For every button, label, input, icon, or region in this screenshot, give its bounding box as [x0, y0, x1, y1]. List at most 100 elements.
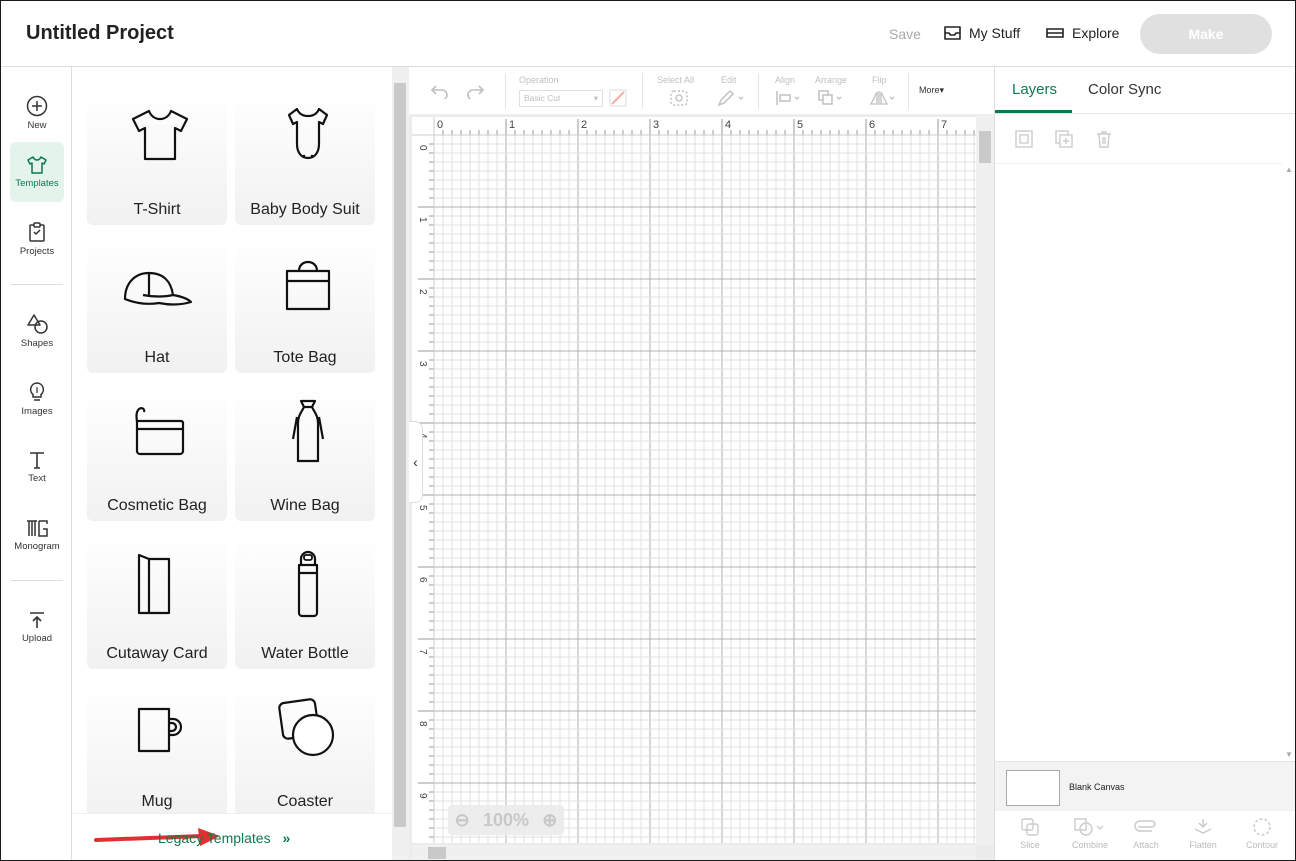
- ruler-y-label: 3: [417, 361, 428, 367]
- scroll-thumb[interactable]: [979, 131, 991, 163]
- rail-item-text[interactable]: Text: [10, 437, 64, 497]
- template-card-coaster[interactable]: Coaster: [235, 681, 375, 817]
- template-label: Baby Body Suit: [250, 201, 360, 218]
- caret-down-icon: ▾: [593, 93, 598, 103]
- duplicate-icon[interactable]: [1054, 129, 1074, 149]
- rail-item-images[interactable]: Images: [10, 369, 64, 429]
- ruler-x-label: 5: [797, 119, 803, 131]
- arrange-icon[interactable]: [817, 89, 845, 107]
- tab-divider: [995, 113, 1295, 114]
- template-card-water-bottle[interactable]: Water Bottle: [235, 533, 375, 669]
- ruler-y-label: 5: [417, 505, 428, 511]
- template-card-mug[interactable]: Mug: [87, 681, 227, 817]
- combine-button[interactable]: Combine: [1065, 817, 1115, 850]
- toolbar-divider: [642, 73, 643, 109]
- scroll-thumb[interactable]: [428, 847, 446, 859]
- rail-item-upload[interactable]: Upload: [10, 597, 64, 657]
- tab-layers[interactable]: Layers: [1012, 81, 1057, 98]
- ruler-y-label: 2: [417, 289, 428, 295]
- rail-label-text: Text: [28, 473, 46, 484]
- operation-select[interactable]: Basic Cut ▾: [519, 90, 603, 107]
- upload-icon: [30, 612, 44, 628]
- bodysuit-icon: [287, 107, 329, 160]
- edit-pencil-icon[interactable]: [717, 89, 745, 107]
- layers-list: [995, 163, 1295, 761]
- combine-icon: [1074, 818, 1104, 836]
- ruler-x-label: 4: [725, 119, 731, 131]
- template-card-cosmetic-bag[interactable]: Cosmetic Bag: [87, 385, 227, 521]
- blank-canvas-swatch[interactable]: [1006, 770, 1060, 806]
- layers-scrollbar[interactable]: ▲ ▼: [1282, 163, 1295, 761]
- align-icon[interactable]: [775, 89, 803, 107]
- slice-label: Slice: [1020, 840, 1040, 850]
- rail-item-templates[interactable]: Templates: [10, 142, 64, 202]
- flip-icon[interactable]: [869, 89, 897, 107]
- legacy-templates-link[interactable]: Legacy Templates »: [158, 830, 290, 846]
- template-card-baby-body-suit[interactable]: Baby Body Suit: [235, 89, 375, 225]
- attach-label: Attach: [1133, 840, 1159, 850]
- my-stuff-button[interactable]: My Stuff: [943, 25, 1020, 41]
- left-rail: New Templates Projects Shapes Images Tex…: [1, 67, 72, 860]
- template-card-tshirt[interactable]: T-Shirt: [87, 89, 227, 225]
- make-button[interactable]: Make: [1140, 14, 1272, 54]
- toolbar-divider: [758, 73, 759, 109]
- contour-icon: [1253, 818, 1271, 836]
- rail-item-new[interactable]: New: [10, 83, 64, 143]
- edit-toolbar: Operation Basic Cut ▾ Select All Edit Ali…: [409, 67, 994, 115]
- my-stuff-label: My Stuff: [969, 25, 1021, 41]
- operation-value: Basic Cut: [524, 93, 561, 103]
- slice-button[interactable]: Slice: [1005, 817, 1055, 850]
- template-card-tote-bag[interactable]: Tote Bag: [235, 237, 375, 373]
- redo-icon: [467, 85, 485, 99]
- zoom-out-button[interactable]: ⊖: [455, 810, 470, 831]
- grid-ruler-svg: 012345670123456789: [412, 117, 976, 843]
- select-all-icon[interactable]: [669, 89, 689, 107]
- scroll-up-arrow[interactable]: ▲: [1285, 165, 1293, 174]
- zoom-level: 100%: [482, 809, 530, 830]
- tab-color-sync[interactable]: Color Sync: [1088, 81, 1161, 98]
- template-label: Wine Bag: [270, 497, 340, 514]
- rail-divider: [11, 284, 63, 285]
- project-title[interactable]: Untitled Project: [26, 22, 174, 45]
- explore-button[interactable]: Explore: [1045, 25, 1119, 41]
- rail-label-monogram: Monogram: [14, 541, 60, 552]
- collapse-panel-button[interactable]: ‹: [409, 421, 423, 503]
- contour-button[interactable]: Contour: [1237, 817, 1287, 850]
- template-card-wine-bag[interactable]: Wine Bag: [235, 385, 375, 521]
- tote-bag-icon: [285, 260, 331, 311]
- blank-canvas-row[interactable]: Blank Canvas: [995, 761, 1295, 811]
- coaster-icon: [278, 698, 335, 757]
- save-button[interactable]: Save: [889, 26, 921, 42]
- water-bottle-icon: [297, 550, 319, 618]
- attach-button[interactable]: Attach: [1121, 817, 1171, 850]
- scroll-thumb[interactable]: [394, 83, 406, 827]
- rail-item-shapes[interactable]: Shapes: [10, 301, 64, 361]
- rail-item-projects[interactable]: Projects: [10, 209, 64, 269]
- zoom-in-button[interactable]: ⊕: [542, 810, 557, 831]
- toolbar-divider: [908, 73, 909, 109]
- rail-item-monogram[interactable]: Monogram: [10, 505, 64, 565]
- rail-label-projects: Projects: [19, 246, 55, 257]
- flip-label: Flip: [872, 75, 887, 85]
- scroll-down-arrow[interactable]: ▼: [1285, 750, 1293, 759]
- align-label: Align: [775, 75, 796, 85]
- group-icon[interactable]: [1014, 129, 1034, 149]
- layers-panel: Layers Color Sync ▲ ▼ Blank Canvas Slice…: [994, 67, 1295, 860]
- ruler-x-label: 7: [941, 119, 947, 131]
- monogram-icon: [27, 520, 48, 537]
- more-button[interactable]: More▾: [919, 85, 944, 96]
- ruler-y-label: 7: [417, 649, 428, 655]
- templates-scrollbar[interactable]: [392, 67, 409, 860]
- canvas-grid[interactable]: 012345670123456789 ⊖ 100% ⊕: [412, 117, 976, 843]
- trash-icon[interactable]: [1094, 129, 1114, 149]
- flatten-button[interactable]: Flatten: [1178, 817, 1228, 850]
- canvas-horizontal-scrollbar[interactable]: [412, 845, 976, 860]
- canvas-vertical-scrollbar[interactable]: [976, 115, 994, 845]
- template-card-cutaway-card[interactable]: Cutaway Card: [87, 533, 227, 669]
- cosmetic-bag-icon: [135, 407, 185, 456]
- projects-icon: [29, 222, 45, 242]
- rail-label-shapes: Shapes: [20, 338, 54, 349]
- design-canvas[interactable]: 012345670123456789 ⊖ 100% ⊕ ‹: [409, 115, 994, 860]
- template-card-hat[interactable]: Hat: [87, 237, 227, 373]
- machine-icon: [1046, 28, 1064, 38]
